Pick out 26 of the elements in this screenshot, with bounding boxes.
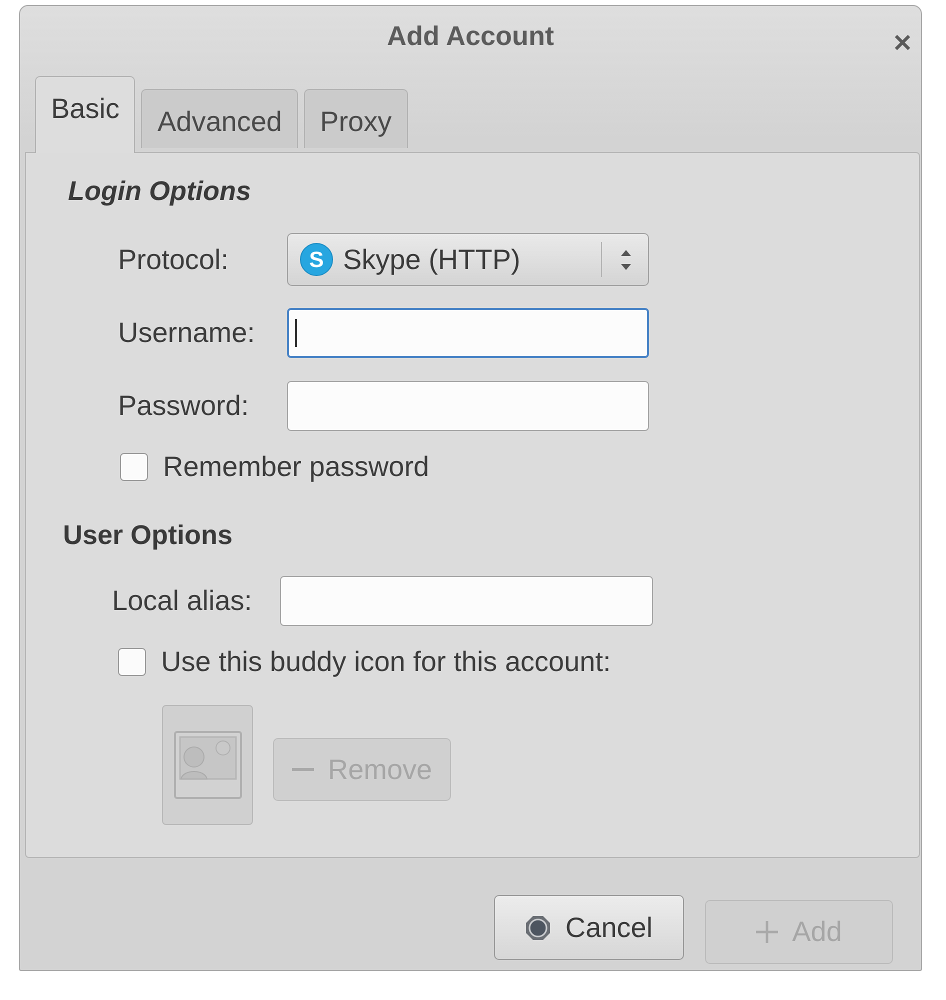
text-field[interactable] (280, 576, 653, 626)
plus-icon (756, 921, 778, 943)
close-icon[interactable] (894, 34, 911, 50)
window-title: Add Account (387, 20, 554, 52)
logo-icon: S (300, 243, 333, 276)
section-heading: Login Options (68, 175, 251, 207)
text-field[interactable] (287, 308, 649, 358)
tab[interactable]: Basic (35, 76, 136, 153)
protocol-dropdown[interactable]: S Skype (HTTP) (287, 233, 649, 286)
tab[interactable]: Proxy (304, 89, 408, 148)
text-cursor (295, 318, 297, 346)
checkbox-label[interactable]: Use this buddy icon for this account: (161, 646, 611, 678)
tab[interactable]: Advanced (141, 89, 298, 148)
checkbox[interactable] (118, 648, 146, 676)
picture-icon (174, 731, 242, 799)
checkbox[interactable] (120, 453, 148, 481)
field-label: Local alias: (112, 585, 252, 617)
stop-icon (525, 914, 552, 940)
text-field[interactable] (287, 380, 649, 430)
cancel-button[interactable]: Cancel (494, 895, 684, 960)
field-label: Password: (118, 390, 249, 422)
checkbox-label[interactable]: Remember password (163, 451, 430, 483)
minus-icon (292, 768, 314, 771)
field-label: Protocol: (118, 244, 228, 276)
section-heading: User Options (63, 519, 233, 551)
field-label: Username: (118, 316, 255, 348)
